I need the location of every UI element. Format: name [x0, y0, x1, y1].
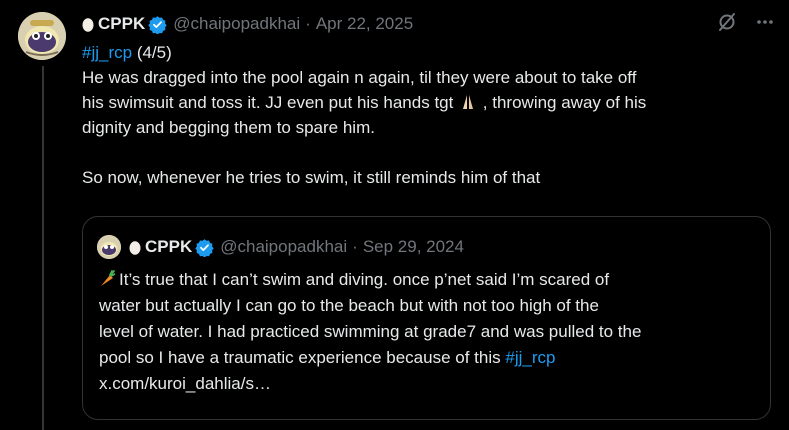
header-actions: [717, 12, 775, 32]
tweet-line-2a: his swimsuit and toss it. JJ even put hi…: [82, 93, 454, 112]
avatar[interactable]: [18, 12, 66, 60]
quoted-url-link[interactable]: x.com/kuroi_dahlia/s…: [99, 374, 271, 393]
quoted-hashtag-link[interactable]: #jj_rcp: [505, 348, 555, 367]
quoted-line-2: water but actually I can go to the beach…: [99, 296, 599, 315]
tweet-line-3: dignity and begging them to spare him.: [82, 118, 375, 137]
thread-counter: (4/5): [132, 43, 172, 62]
quoted-tweet-date[interactable]: Sep 29, 2024: [363, 237, 464, 257]
verified-badge-icon[interactable]: [148, 15, 167, 34]
grok-icon[interactable]: [717, 12, 737, 32]
separator-dot: ·: [305, 14, 311, 33]
quoted-display-name[interactable]: CPPK: [145, 237, 192, 257]
display-name[interactable]: CPPK: [98, 14, 145, 34]
quoted-tweet-header: CPPK @chaipopadkhai · Sep 29, 2024: [97, 235, 464, 259]
verified-badge-icon[interactable]: [195, 238, 214, 257]
more-options-icon[interactable]: [755, 12, 775, 32]
praying-hands-emoji-icon: [463, 95, 474, 109]
tweet-header: CPPK @chaipopadkhai · Apr 22, 2025: [82, 12, 775, 36]
quoted-tweet-card[interactable]: CPPK @chaipopadkhai · Sep 29, 2024 It’s …: [82, 216, 771, 420]
egg-emoji-icon: [129, 241, 141, 255]
quoted-line-4: pool so I have a traumatic experience be…: [99, 348, 506, 367]
user-handle[interactable]: @chaipopadkhai: [173, 14, 300, 34]
quoted-user-handle[interactable]: @chaipopadkhai: [220, 237, 347, 257]
hashtag-link[interactable]: #jj_rcp: [82, 43, 132, 62]
carrot-emoji-icon: [101, 270, 115, 286]
tweet-line-4: So now, whenever he tries to swim, it st…: [82, 168, 541, 187]
quoted-line-3: level of water. I had practiced swimming…: [99, 322, 642, 341]
tweet-date[interactable]: Apr 22, 2025: [316, 14, 413, 34]
tweet-text: #jj_rcp (4/5) He was dragged into the po…: [82, 40, 772, 190]
quoted-line-1: It’s true that I can’t swim and diving. …: [119, 270, 610, 289]
egg-emoji-icon: [82, 18, 94, 32]
tweet-line-1: He was dragged into the pool again n aga…: [82, 68, 637, 87]
tweet-line-2b: , throwing away of his: [478, 93, 647, 112]
quoted-avatar[interactable]: [97, 235, 121, 259]
thread-connector-line: [42, 66, 44, 430]
separator-dot: ·: [352, 237, 358, 256]
quoted-tweet-text: It’s true that I can’t swim and diving. …: [99, 267, 759, 397]
